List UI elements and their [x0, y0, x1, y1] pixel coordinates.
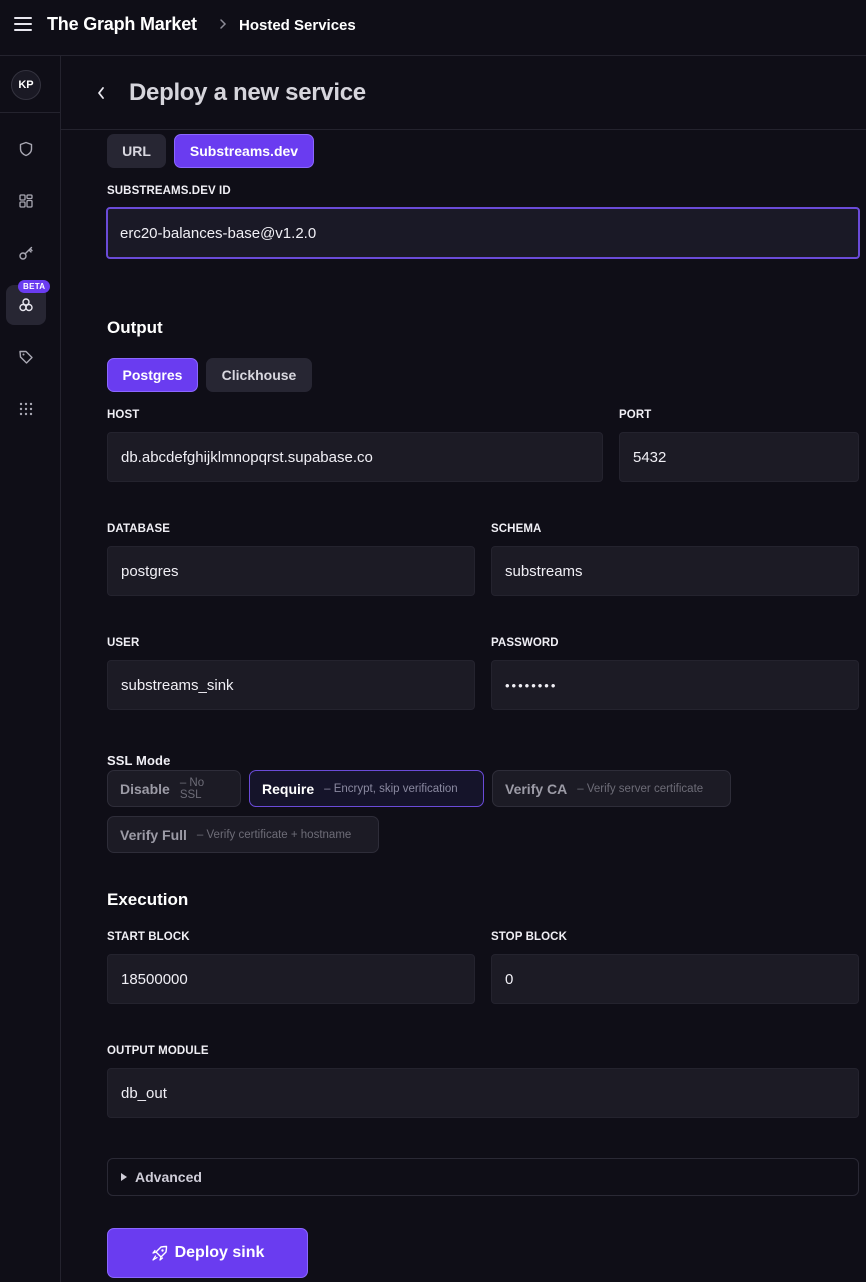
- chevron-right-icon: [220, 19, 227, 29]
- execution-section-title: Execution: [107, 890, 189, 909]
- dashboard-icon: [19, 194, 33, 208]
- ssl-option-desc: – Encrypt, skip verification: [324, 782, 458, 795]
- caret-right-icon: [121, 1173, 127, 1181]
- tag-icon: [19, 350, 33, 364]
- user-label: USER: [107, 637, 140, 649]
- sidebar-item-api-keys[interactable]: [6, 233, 46, 273]
- page-title: Deploy a new service: [129, 79, 366, 106]
- ssl-option-title: Verify Full: [120, 826, 187, 843]
- password-input[interactable]: ••••••••: [491, 660, 859, 710]
- user-input[interactable]: substreams_sink: [107, 660, 475, 710]
- start-block-label: START BLOCK: [107, 931, 190, 943]
- stop-block-input[interactable]: 0: [491, 954, 859, 1004]
- deploy-sink-label: Deploy sink: [174, 1244, 265, 1261]
- ssl-mode-label: SSL Mode: [107, 753, 171, 768]
- ssl-option-desc: – Verify server certificate: [577, 782, 704, 795]
- apps-grid-icon: [19, 402, 33, 416]
- ssl-option-title: Disable: [120, 780, 170, 797]
- ssl-option-disable[interactable]: Disable – No SSL: [107, 770, 241, 807]
- shield-icon: [19, 141, 33, 157]
- beta-badge: BETA: [18, 280, 51, 293]
- stop-block-label: STOP BLOCK: [491, 931, 567, 943]
- database-input[interactable]: postgres: [107, 546, 475, 596]
- start-block-input[interactable]: 18500000: [107, 954, 475, 1004]
- ssl-option-verify-ca[interactable]: Verify CA – Verify server certificate: [492, 770, 731, 807]
- tab-substreams-dev[interactable]: Substreams.dev: [174, 134, 314, 168]
- schema-input[interactable]: substreams: [491, 546, 859, 596]
- breadcrumb-hosted-services[interactable]: Hosted Services: [239, 17, 356, 34]
- ssl-option-desc: – Verify certificate + hostname: [196, 828, 352, 841]
- password-label: PASSWORD: [491, 637, 559, 649]
- host-input[interactable]: db.abcdefghijklmnopqrst.supabase.co: [107, 432, 603, 482]
- back-arrow-icon[interactable]: [95, 85, 107, 101]
- advanced-label: Advanced: [135, 1169, 202, 1185]
- output-section-title: Output: [107, 318, 163, 337]
- page-header: Deploy a new service: [61, 56, 866, 130]
- avatar[interactable]: KP: [11, 70, 41, 100]
- substreams-id-label: SUBSTREAMS.DEV ID: [107, 185, 231, 197]
- database-label: DATABASE: [107, 523, 170, 535]
- schema-label: SCHEMA: [491, 523, 542, 535]
- host-label: HOST: [107, 409, 140, 421]
- tab-postgres[interactable]: Postgres: [107, 358, 198, 392]
- menu-icon[interactable]: [14, 17, 32, 31]
- brand-name[interactable]: The Graph Market: [47, 14, 197, 35]
- ssl-option-desc: – No SSL: [179, 776, 205, 801]
- deploy-sink-button[interactable]: Deploy sink: [107, 1228, 308, 1278]
- port-input[interactable]: 5432: [619, 432, 859, 482]
- key-icon: [19, 246, 33, 260]
- substreams-id-input[interactable]: erc20-balances-base@v1.2.0: [106, 207, 860, 259]
- port-label: PORT: [619, 409, 652, 421]
- ssl-option-title: Require: [262, 780, 315, 797]
- output-module-input[interactable]: db_out: [107, 1068, 859, 1118]
- tab-clickhouse[interactable]: Clickhouse: [206, 358, 312, 392]
- sidebar-divider: [0, 112, 60, 113]
- top-bar: The Graph Market Hosted Services: [0, 0, 866, 56]
- rocket-icon: [151, 1245, 167, 1261]
- ssl-option-require[interactable]: Require – Encrypt, skip verification: [249, 770, 484, 807]
- sidebar-item-security[interactable]: [6, 129, 46, 169]
- sidebar-item-dashboard[interactable]: [6, 181, 46, 221]
- sidebar-item-pricing[interactable]: [6, 337, 46, 377]
- output-module-label: OUTPUT MODULE: [107, 1045, 209, 1057]
- ssl-option-title: Verify CA: [505, 780, 568, 797]
- sidebar-item-apps[interactable]: [6, 389, 46, 429]
- tab-url[interactable]: URL: [107, 134, 166, 168]
- substreams-icon: [19, 298, 33, 312]
- advanced-toggle[interactable]: Advanced: [107, 1158, 859, 1196]
- sidebar: KP BETA: [0, 56, 61, 1282]
- ssl-option-verify-full[interactable]: Verify Full – Verify certificate + hostn…: [107, 816, 379, 853]
